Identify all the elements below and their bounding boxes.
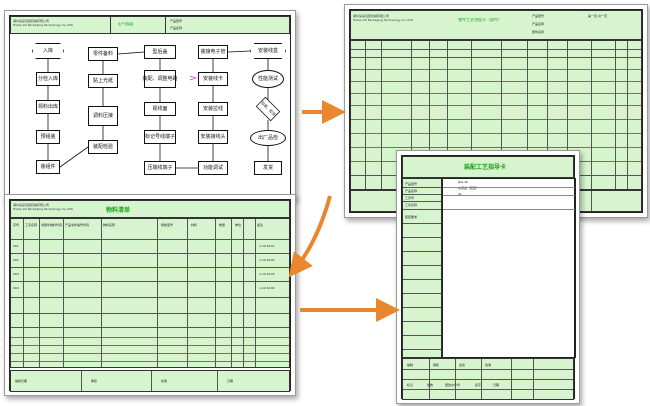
arrow-parts-to-material [288,195,332,278]
flow-arrows [288,100,400,322]
